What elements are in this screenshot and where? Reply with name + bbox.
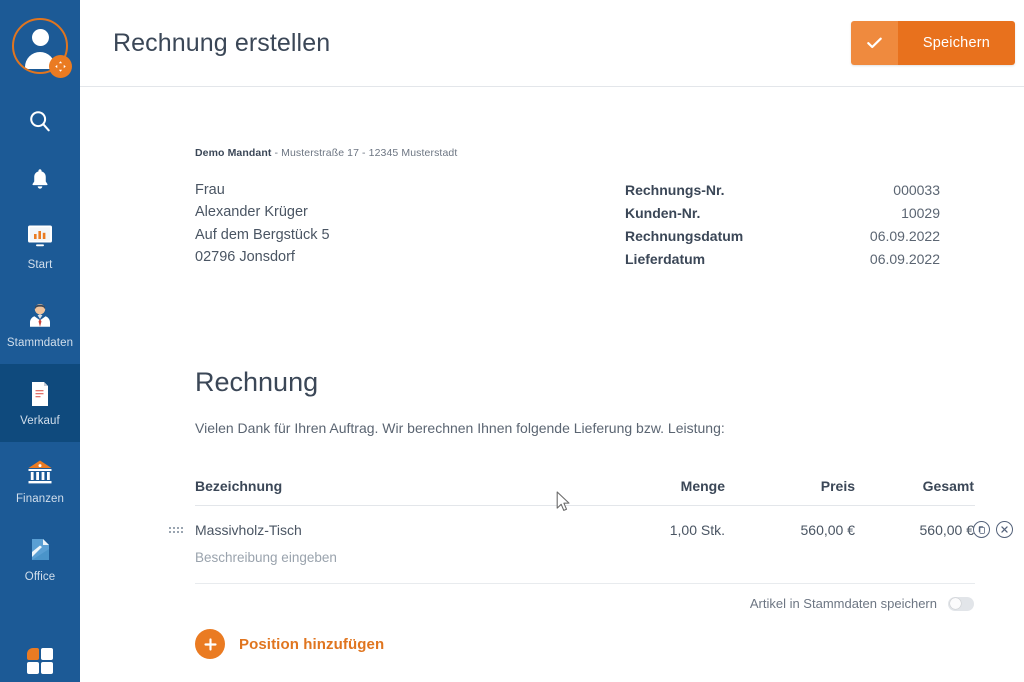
page-title: Rechnung erstellen xyxy=(113,28,331,57)
address-line: Alexander Krüger xyxy=(195,204,308,221)
address-line: Frau xyxy=(195,182,225,198)
person-tie-icon xyxy=(26,302,54,330)
address-line: Auf dem Bergstück 5 xyxy=(195,226,330,243)
sidebar-item-start[interactable]: Start xyxy=(0,208,80,286)
apps-grid-icon[interactable] xyxy=(27,648,53,674)
row-description-placeholder[interactable]: Beschreibung eingeben xyxy=(195,550,590,565)
apps-cell xyxy=(27,648,39,660)
recipient-address[interactable]: Frau Alexander Krüger Auf dem Bergstück … xyxy=(195,179,625,271)
sender-address: - Musterstraße 17 - 12345 Musterstadt xyxy=(271,147,458,159)
invoice-document: Demo Mandant - Musterstraße 17 - 12345 M… xyxy=(80,147,1024,659)
sender-company: Demo Mandant xyxy=(195,147,272,159)
meta-key: Rechnungs-Nr. xyxy=(625,182,725,198)
sidebar-item-label: Verkauf xyxy=(20,414,60,427)
column-header-quantity: Menge xyxy=(680,478,725,494)
meta-value[interactable]: 000033 xyxy=(893,179,940,202)
resize-badge-icon[interactable] xyxy=(49,55,72,78)
folded-document-icon xyxy=(27,536,54,564)
save-button[interactable]: Speichern xyxy=(850,21,1015,65)
meta-row: Rechnungs-Nr. 000033 xyxy=(625,179,940,202)
bell-icon[interactable] xyxy=(0,150,80,208)
meta-key: Lieferdatum xyxy=(625,251,706,267)
sidebar-item-office[interactable]: Office xyxy=(0,520,80,598)
dashboard-monitor-icon xyxy=(25,224,55,252)
invoice-document-icon xyxy=(27,380,53,408)
document-intro[interactable]: Vielen Dank für Ihren Auftrag. Wir berec… xyxy=(195,420,991,436)
address-meta-row: Frau Alexander Krüger Auf dem Bergstück … xyxy=(195,179,991,271)
sidebar-item-stammdaten[interactable]: Stammdaten xyxy=(0,286,80,364)
apps-cell xyxy=(41,662,53,674)
row-price[interactable]: 560,00 € xyxy=(725,522,856,538)
store-article-label: Artikel in Stammdaten speichern xyxy=(749,596,937,611)
row-quantity[interactable]: 1,00 Stk. xyxy=(590,522,725,538)
drag-handle-icon[interactable] xyxy=(169,527,183,533)
delete-circle-icon[interactable] xyxy=(996,521,1013,538)
sidebar-bottom xyxy=(0,648,80,682)
plus-circle-icon xyxy=(195,629,225,659)
meta-row: Rechnungsdatum 06.09.2022 xyxy=(625,225,940,248)
sidebar: Start Stammdaten Verkauf Finanzen Office xyxy=(0,0,80,682)
sidebar-item-label: Finanzen xyxy=(15,492,65,505)
meta-value[interactable]: 10029 xyxy=(901,202,940,225)
store-article-toggle[interactable] xyxy=(948,596,974,611)
store-article-row: Artikel in Stammdaten speichern xyxy=(195,596,975,611)
row-total[interactable]: 560,00 € xyxy=(855,522,975,538)
meta-key: Kunden-Nr. xyxy=(625,205,701,221)
address-line: 02796 Jonsdorf xyxy=(195,249,295,266)
positions-table: Bezeichnung Menge Preis Gesamt Massivhol… xyxy=(169,478,1013,611)
document-heading[interactable]: Rechnung xyxy=(195,367,991,398)
sidebar-item-label: Start xyxy=(27,258,53,271)
table-header: Bezeichnung Menge Preis Gesamt xyxy=(195,478,975,506)
duplicate-icon[interactable] xyxy=(973,521,990,538)
app-root: Start Stammdaten Verkauf Finanzen Office… xyxy=(0,0,1024,682)
apps-cell xyxy=(27,662,39,674)
meta-row: Lieferdatum 06.09.2022 xyxy=(625,248,940,271)
sidebar-top-actions xyxy=(0,92,80,208)
meta-key: Rechnungsdatum xyxy=(625,228,744,244)
column-header-price: Preis xyxy=(820,478,855,494)
avatar-head xyxy=(31,29,49,46)
invoice-meta: Rechnungs-Nr. 000033 Kunden-Nr. 10029 Re… xyxy=(625,179,940,271)
toggle-knob xyxy=(949,598,961,609)
column-header-total: Gesamt xyxy=(922,478,974,494)
column-header-description: Bezeichnung xyxy=(195,478,283,494)
avatar[interactable] xyxy=(0,0,80,92)
meta-value[interactable]: 06.09.2022 xyxy=(870,225,940,248)
meta-value[interactable]: 06.09.2022 xyxy=(870,248,940,271)
row-description-cell: Massivholz-Tisch Beschreibung eingeben xyxy=(195,522,590,565)
add-position-label: Position hinzufügen xyxy=(239,635,385,653)
sidebar-item-verkauf[interactable]: Verkauf xyxy=(0,364,80,442)
add-position-button[interactable]: Position hinzufügen xyxy=(195,629,384,659)
sidebar-item-label: Office xyxy=(24,570,56,583)
table-row: Massivholz-Tisch Beschreibung eingeben 1… xyxy=(169,506,1013,584)
bank-building-icon xyxy=(25,458,55,486)
meta-row: Kunden-Nr. 10029 xyxy=(625,202,940,225)
row-description[interactable]: Massivholz-Tisch xyxy=(195,522,302,538)
search-icon[interactable] xyxy=(0,92,80,150)
sidebar-item-label: Stammdaten xyxy=(6,336,74,349)
sender-line: Demo Mandant - Musterstraße 17 - 12345 M… xyxy=(195,147,991,159)
check-icon xyxy=(850,21,898,65)
save-button-label: Speichern xyxy=(897,21,1015,65)
topbar: Rechnung erstellen Speichern xyxy=(80,0,1024,87)
apps-cell xyxy=(41,648,53,660)
row-actions xyxy=(973,521,1013,538)
sidebar-item-finanzen[interactable]: Finanzen xyxy=(0,442,80,520)
main-content: Rechnung erstellen Speichern Demo Mandan… xyxy=(80,0,1024,682)
